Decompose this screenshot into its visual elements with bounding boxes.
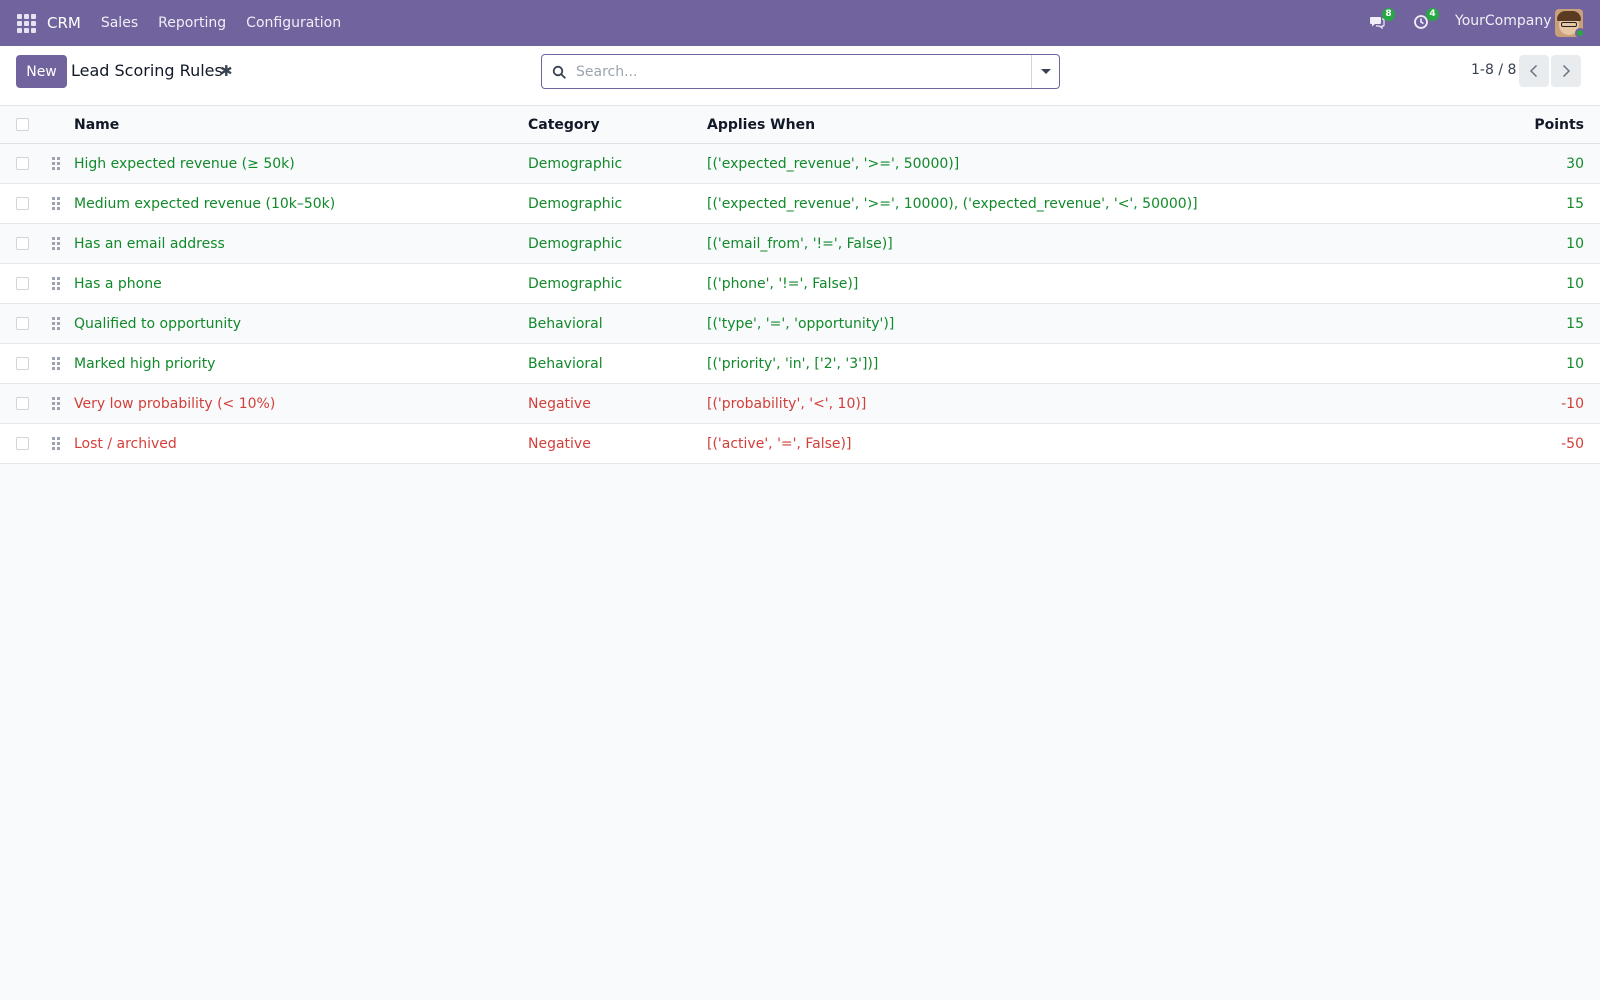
online-status-dot bbox=[1575, 28, 1585, 38]
drag-handle-icon[interactable] bbox=[52, 437, 60, 450]
column-header-applies-when[interactable]: Applies When bbox=[707, 106, 1407, 143]
app-brand[interactable]: CRM bbox=[47, 14, 81, 32]
pager-value[interactable]: 1-8 / 8 bbox=[1471, 62, 1516, 78]
caret-down-icon bbox=[1040, 69, 1051, 74]
rule-category[interactable]: Demographic bbox=[528, 184, 698, 223]
chevron-left-icon bbox=[1529, 64, 1538, 78]
row-checkbox[interactable] bbox=[16, 197, 29, 210]
table-row[interactable]: Very low probability (< 10%) Negative [('p… bbox=[0, 384, 1600, 424]
gear-icon[interactable]: ✱ bbox=[220, 62, 233, 80]
rule-domain[interactable]: [('phone', '!=', False)] bbox=[707, 264, 1407, 303]
rule-points[interactable]: 15 bbox=[1504, 184, 1584, 223]
drag-handle-icon[interactable] bbox=[52, 317, 60, 330]
activities-badge: 4 bbox=[1426, 8, 1439, 21]
rule-category[interactable]: Demographic bbox=[528, 264, 698, 303]
table-row[interactable]: Marked high priority Behavioral [('priorit… bbox=[0, 344, 1600, 384]
search-bar bbox=[541, 54, 1060, 89]
drag-handle-icon[interactable] bbox=[52, 357, 60, 370]
rule-category[interactable]: Behavioral bbox=[528, 304, 698, 343]
row-checkbox[interactable] bbox=[16, 317, 29, 330]
table-row[interactable]: Lost / archived Negative [('active', '=', … bbox=[0, 424, 1600, 464]
top-navbar: CRM Sales Reporting Configuration 8 4 Yo… bbox=[0, 0, 1600, 46]
rule-name[interactable]: Has a phone bbox=[74, 264, 514, 303]
table-row[interactable]: Qualified to opportunity Behavioral [('typ… bbox=[0, 304, 1600, 344]
rule-name[interactable]: High expected revenue (≥ 50k) bbox=[74, 144, 514, 183]
rule-domain[interactable]: [('active', '=', False)] bbox=[707, 424, 1407, 463]
company-switcher[interactable]: YourCompany bbox=[1455, 13, 1552, 29]
row-checkbox[interactable] bbox=[16, 437, 29, 450]
rule-domain[interactable]: [('email_from', '!=', False)] bbox=[707, 224, 1407, 263]
rule-domain[interactable]: [('type', '=', 'opportunity')] bbox=[707, 304, 1407, 343]
rule-points[interactable]: 15 bbox=[1504, 304, 1584, 343]
column-header-category[interactable]: Category bbox=[528, 106, 698, 143]
chevron-right-icon bbox=[1562, 64, 1571, 78]
rule-domain[interactable]: [('expected_revenue', '>=', 50000)] bbox=[707, 144, 1407, 183]
activity-clock-icon[interactable]: 4 bbox=[1409, 8, 1439, 34]
chat-icon[interactable]: 8 bbox=[1365, 8, 1395, 34]
rule-name[interactable]: Marked high priority bbox=[74, 344, 514, 383]
table-body: High expected revenue (≥ 50k) Demographic… bbox=[0, 144, 1600, 464]
table-row[interactable]: Has a phone Demographic [('phone', '!=', F… bbox=[0, 264, 1600, 304]
rule-category[interactable]: Negative bbox=[528, 384, 698, 423]
pager-next-button[interactable] bbox=[1551, 55, 1581, 87]
column-header-points[interactable]: Points bbox=[1504, 106, 1584, 143]
search-input[interactable] bbox=[576, 56, 1031, 87]
rule-name[interactable]: Medium expected revenue (10k–50k) bbox=[74, 184, 514, 223]
rules-table: Name Category Applies When Points High e… bbox=[0, 106, 1600, 464]
rule-domain[interactable]: [('probability', '<', 10)] bbox=[707, 384, 1407, 423]
drag-handle-icon[interactable] bbox=[52, 277, 60, 290]
row-checkbox[interactable] bbox=[16, 357, 29, 370]
menu-sales[interactable]: Sales bbox=[101, 15, 138, 31]
row-checkbox[interactable] bbox=[16, 237, 29, 250]
table-header: Name Category Applies When Points bbox=[0, 106, 1600, 144]
rule-points[interactable]: 10 bbox=[1504, 264, 1584, 303]
row-checkbox[interactable] bbox=[16, 157, 29, 170]
rule-domain[interactable]: [('priority', 'in', ['2', '3'])] bbox=[707, 344, 1407, 383]
search-icon bbox=[542, 55, 576, 88]
drag-handle-icon[interactable] bbox=[52, 237, 60, 250]
table-row[interactable]: Medium expected revenue (10k–50k) Demogra… bbox=[0, 184, 1600, 224]
column-header-name[interactable]: Name bbox=[74, 106, 514, 143]
menu-configuration[interactable]: Configuration bbox=[246, 15, 341, 31]
row-checkbox[interactable] bbox=[16, 397, 29, 410]
rule-name[interactable]: Lost / archived bbox=[74, 424, 514, 463]
rule-name[interactable]: Very low probability (< 10%) bbox=[74, 384, 514, 423]
select-all-checkbox[interactable] bbox=[16, 118, 29, 131]
new-button[interactable]: New bbox=[16, 55, 67, 88]
rule-category[interactable]: Negative bbox=[528, 424, 698, 463]
page-title: Lead Scoring Rules bbox=[71, 61, 223, 80]
rule-category[interactable]: Demographic bbox=[528, 144, 698, 183]
apps-grid-icon[interactable] bbox=[16, 13, 36, 33]
messages-badge: 8 bbox=[1382, 8, 1395, 21]
search-options-toggle[interactable] bbox=[1031, 55, 1059, 88]
control-panel: New Lead Scoring Rules ✱ 1-8 / 8 bbox=[0, 46, 1600, 106]
drag-handle-icon[interactable] bbox=[52, 197, 60, 210]
rule-category[interactable]: Behavioral bbox=[528, 344, 698, 383]
row-checkbox[interactable] bbox=[16, 277, 29, 290]
rule-points[interactable]: 30 bbox=[1504, 144, 1584, 183]
rule-points[interactable]: 10 bbox=[1504, 344, 1584, 383]
rule-points[interactable]: -50 bbox=[1504, 424, 1584, 463]
pager-previous-button[interactable] bbox=[1519, 55, 1549, 87]
rule-points[interactable]: 10 bbox=[1504, 224, 1584, 263]
table-row[interactable]: Has an email address Demographic [('email_… bbox=[0, 224, 1600, 264]
rule-name[interactable]: Qualified to opportunity bbox=[74, 304, 514, 343]
drag-handle-icon[interactable] bbox=[52, 157, 60, 170]
menu-reporting[interactable]: Reporting bbox=[158, 15, 226, 31]
table-row[interactable]: High expected revenue (≥ 50k) Demographic… bbox=[0, 144, 1600, 184]
drag-handle-icon[interactable] bbox=[52, 397, 60, 410]
rule-points[interactable]: -10 bbox=[1504, 384, 1584, 423]
rule-name[interactable]: Has an email address bbox=[74, 224, 514, 263]
rule-domain[interactable]: [('expected_revenue', '>=', 10000), ('ex… bbox=[707, 184, 1407, 223]
rule-category[interactable]: Demographic bbox=[528, 224, 698, 263]
